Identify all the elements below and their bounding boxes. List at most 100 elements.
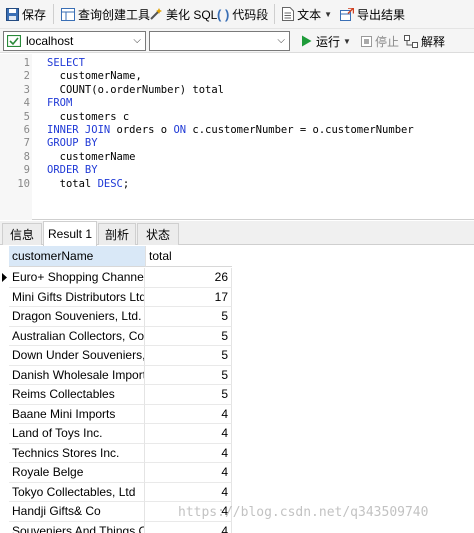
cell-customername[interactable]: Dragon Souveniers, Ltd. [9, 307, 145, 327]
code-line: customerName, [47, 70, 142, 83]
row-marker[interactable] [0, 366, 9, 386]
database-select[interactable]: ⌵ [149, 31, 290, 51]
cell-customername[interactable]: Australian Collectors, Co. [9, 326, 145, 346]
code-line: INNER JOIN orders o ON c.customerNumber … [47, 124, 414, 137]
cell-total[interactable]: 4 [145, 424, 232, 444]
row-marker[interactable] [0, 522, 9, 533]
text-menu-button[interactable]: 文本 ▼ [278, 3, 336, 25]
explain-button[interactable]: 解释 [400, 30, 448, 52]
text-document-icon [282, 7, 295, 21]
tab-profile[interactable]: 剖析 [98, 223, 136, 245]
table-row[interactable]: Reims Collectables 5 [0, 385, 232, 405]
chevron-down-icon: ⌵ [133, 35, 141, 46]
row-marker[interactable] [0, 463, 9, 483]
row-marker[interactable] [0, 424, 9, 444]
table-row[interactable]: Technics Stores Inc. 4 [0, 443, 232, 464]
table-row[interactable]: Land of Toys Inc. 4 [0, 424, 232, 444]
row-marker[interactable] [0, 385, 9, 405]
cell-customername[interactable]: Euro+ Shopping Channel [9, 268, 145, 288]
sql-text: customerName, [47, 70, 142, 83]
cell-customername[interactable]: Baane Mini Imports [9, 404, 145, 424]
cell-customername[interactable]: Mini Gifts Distributors Ltd [9, 287, 145, 307]
cell-customername[interactable]: Technics Stores Inc. [9, 443, 145, 463]
stop-button[interactable]: 停止 [357, 30, 399, 52]
result-grid[interactable]: customerName total Euro+ Shopping Channe… [0, 246, 474, 533]
table-row[interactable]: Euro+ Shopping Channel 26 [0, 268, 232, 288]
query-builder-button[interactable]: 查询创建工具 [57, 3, 150, 25]
row-marker[interactable] [0, 502, 9, 522]
cell-total[interactable]: 4 [145, 482, 232, 502]
cell-customername[interactable]: Souveniers And Things Co [9, 521, 145, 533]
sql-editor[interactable]: 1 SELECT 2 customerName, 3 COUNT(o.orderNum… [0, 54, 474, 220]
cell-total[interactable]: 5 [145, 326, 232, 346]
sql-keyword: GROUP BY [47, 137, 98, 150]
cell-total[interactable]: 4 [145, 521, 232, 533]
cell-customername[interactable]: Land of Toys Inc. [9, 424, 145, 444]
cell-total[interactable]: 4 [145, 443, 232, 463]
column-header-total[interactable]: total [145, 246, 232, 267]
cell-total[interactable]: 5 [145, 307, 232, 327]
cell-total[interactable]: 4 [145, 463, 232, 483]
code-snippet-label: 代码段 [232, 7, 269, 22]
row-marker[interactable] [0, 405, 9, 425]
row-marker[interactable] [0, 307, 9, 327]
table-row[interactable]: Down Under Souveniers, 5 [0, 346, 232, 366]
save-label: 保存 [22, 7, 47, 22]
cell-customername[interactable]: Reims Collectables [9, 385, 145, 405]
table-row[interactable]: Danish Wholesale Import 5 [0, 365, 232, 386]
connection-icon [7, 35, 21, 47]
table-row[interactable]: Mini Gifts Distributors Ltd 17 [0, 287, 232, 308]
sql-keyword: ON [173, 124, 187, 136]
sql-text: orders o [110, 124, 174, 136]
tab-status[interactable]: 状态 [137, 223, 179, 245]
cell-customername[interactable]: Handji Gifts& Co [9, 502, 145, 522]
tab-info[interactable]: 信息 [2, 223, 42, 245]
save-icon [6, 7, 19, 21]
table-row[interactable]: Dragon Souveniers, Ltd. 5 [0, 307, 232, 327]
cell-total[interactable]: 17 [145, 287, 232, 307]
export-results-label: 导出结果 [357, 7, 406, 22]
cell-total[interactable]: 5 [145, 385, 232, 405]
line-number: 2 [23, 70, 30, 83]
current-row-marker-icon[interactable] [0, 268, 9, 288]
row-marker[interactable] [0, 327, 9, 347]
table-row[interactable]: Baane Mini Imports 4 [0, 404, 232, 425]
row-marker[interactable] [0, 346, 9, 366]
sql-text: total [47, 177, 98, 190]
play-icon [299, 34, 313, 48]
connection-select[interactable]: localhost ⌵ [3, 31, 146, 51]
stop-icon [361, 34, 372, 48]
row-marker[interactable] [0, 483, 9, 503]
cell-customername[interactable]: Tokyo Collectables, Ltd [9, 482, 145, 502]
cell-total[interactable]: 4 [145, 404, 232, 424]
table-row[interactable]: Royale Belge 4 [0, 463, 232, 483]
code-snippet-button[interactable]: ( ) 代码段 [213, 3, 271, 25]
export-results-button[interactable]: 导出结果 [336, 3, 406, 25]
toolbar-divider [274, 4, 275, 24]
run-button[interactable]: 运行 ▼ [295, 30, 357, 52]
table-row[interactable]: Tokyo Collectables, Ltd 4 [0, 482, 232, 503]
cell-customername[interactable]: Danish Wholesale Import [9, 365, 145, 385]
cell-total[interactable]: 5 [145, 365, 232, 385]
connection-value: localhost [26, 34, 74, 48]
cell-customername[interactable]: Royale Belge [9, 463, 145, 483]
row-marker[interactable] [0, 444, 9, 464]
table-row[interactable]: Australian Collectors, Co. 5 [0, 326, 232, 347]
query-builder-icon [61, 7, 75, 21]
text-menu-label: 文本 [297, 7, 322, 22]
sql-keyword: DESC [97, 177, 123, 190]
query-builder-label: 查询创建工具 [78, 7, 151, 22]
tab-result-1[interactable]: Result 1 [43, 221, 97, 246]
row-marker[interactable] [0, 288, 9, 308]
column-header-customername[interactable]: customerName [9, 246, 145, 267]
code-line: customerName [47, 151, 136, 164]
main-toolbar: 保存 查询创建工具 美化 SQL ( ) 代码段 文本 ▼ 导出结果 [0, 0, 474, 29]
beautify-sql-button[interactable]: 美化 SQL [145, 3, 217, 25]
cell-total[interactable]: 26 [145, 268, 232, 288]
cell-customername[interactable]: Down Under Souveniers, [9, 346, 145, 366]
save-button[interactable]: 保存 [2, 3, 50, 25]
table-row[interactable]: Souveniers And Things Co 4 [0, 521, 232, 533]
cell-total[interactable]: 5 [145, 346, 232, 366]
sql-text: c.customerNumber = o.customerNumber [186, 124, 414, 136]
sql-keyword: INNER JOIN [47, 124, 111, 136]
